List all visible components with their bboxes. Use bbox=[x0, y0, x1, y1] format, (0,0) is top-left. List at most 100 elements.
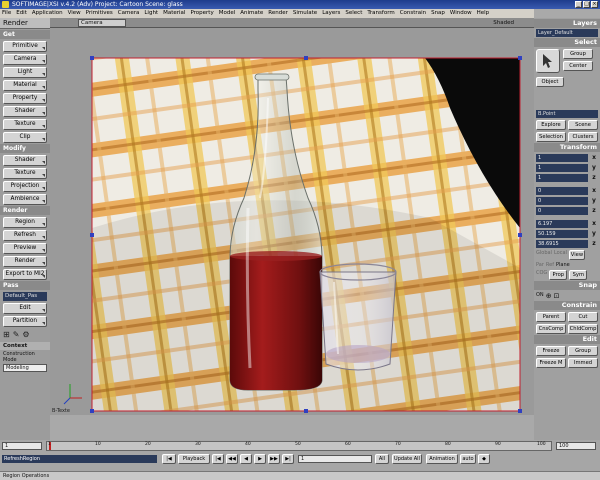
get-light-button[interactable]: Light bbox=[3, 67, 47, 78]
plane-mode[interactable]: Plane bbox=[556, 262, 570, 268]
translate-z-axis[interactable]: z bbox=[590, 240, 598, 248]
region-handle[interactable] bbox=[518, 233, 522, 237]
select-center-button[interactable]: Center bbox=[563, 61, 593, 71]
end-frame-field[interactable]: 100 bbox=[556, 442, 596, 450]
menu-window[interactable]: Window bbox=[450, 9, 472, 18]
toolbar-mode-selector[interactable]: Render bbox=[0, 18, 50, 29]
local-mode[interactable]: Local bbox=[554, 250, 567, 260]
camera-select[interactable]: Camera bbox=[78, 19, 126, 27]
next-key-icon[interactable]: ▶▶ bbox=[268, 454, 280, 464]
play-icon[interactable]: ▶ bbox=[254, 454, 266, 464]
scene-button[interactable]: Scene bbox=[568, 120, 598, 130]
freeze-button[interactable]: Freeze bbox=[536, 346, 566, 356]
modify-projection-button[interactable]: Projection bbox=[3, 181, 47, 192]
select-object-button[interactable]: Object bbox=[536, 77, 564, 87]
constrain-header[interactable]: Constrain bbox=[534, 301, 600, 310]
region-handle[interactable] bbox=[90, 233, 94, 237]
snap-header[interactable]: Snap bbox=[534, 281, 600, 290]
modify-texture-button[interactable]: Texture bbox=[3, 168, 47, 179]
modify-shader-button[interactable]: Shader bbox=[3, 155, 47, 166]
sym-button[interactable]: Sym bbox=[569, 270, 588, 280]
select-arrow-button[interactable] bbox=[536, 49, 560, 73]
pass-edit-button[interactable]: Edit bbox=[3, 303, 47, 314]
maximize-button[interactable]: □ bbox=[583, 1, 590, 8]
render-preview-button[interactable]: Preview bbox=[3, 243, 47, 254]
selection-button[interactable]: Selection bbox=[536, 132, 566, 142]
menu-constrain[interactable]: Constrain bbox=[400, 9, 426, 18]
menu-help[interactable]: Help bbox=[477, 9, 490, 18]
playback-button[interactable]: Playback bbox=[178, 454, 210, 464]
auto-key-button[interactable]: auto bbox=[460, 454, 476, 464]
render-refresh-button[interactable]: Refresh bbox=[3, 230, 47, 241]
menu-animate[interactable]: Animate bbox=[240, 9, 263, 18]
scale-y-field[interactable]: 1 bbox=[536, 164, 588, 172]
select-header[interactable]: Select bbox=[534, 38, 600, 47]
rewind-icon[interactable]: |◀ bbox=[162, 454, 176, 464]
get-camera-button[interactable]: Camera bbox=[3, 54, 47, 65]
get-shader-button[interactable]: Shader bbox=[3, 106, 47, 117]
region-handle[interactable] bbox=[518, 56, 522, 60]
rotate-x-field[interactable]: 0 bbox=[536, 187, 588, 195]
menu-select[interactable]: Select bbox=[345, 9, 362, 18]
get-property-button[interactable]: Property bbox=[3, 93, 47, 104]
scale-y-axis[interactable]: y bbox=[590, 164, 598, 172]
region-handle[interactable] bbox=[304, 409, 308, 413]
rotate-y-field[interactable]: 0 bbox=[536, 197, 588, 205]
section-get[interactable]: Get bbox=[0, 30, 50, 39]
global-mode[interactable]: Global bbox=[536, 250, 552, 260]
scale-x-axis[interactable]: x bbox=[590, 154, 598, 162]
region-handle[interactable] bbox=[304, 56, 308, 60]
translate-x-field[interactable]: 6.197 bbox=[536, 220, 588, 228]
translate-z-field[interactable]: 38.6915 bbox=[536, 240, 588, 248]
rotate-x-axis[interactable]: x bbox=[590, 187, 598, 195]
transform-header[interactable]: Transform bbox=[534, 143, 600, 152]
menu-property[interactable]: Property bbox=[190, 9, 213, 18]
minimize-button[interactable]: _ bbox=[575, 1, 582, 8]
rotate-z-axis[interactable]: z bbox=[590, 207, 598, 215]
first-frame-icon[interactable]: |◀ bbox=[212, 454, 224, 464]
menu-simulate[interactable]: Simulate bbox=[293, 9, 317, 18]
rotate-y-axis[interactable]: y bbox=[590, 197, 598, 205]
modify-ambience-button[interactable]: Ambience bbox=[3, 194, 47, 205]
region-handle[interactable] bbox=[90, 56, 94, 60]
menu-edit[interactable]: Edit bbox=[16, 9, 27, 18]
layers-header[interactable]: Layers bbox=[534, 19, 600, 28]
select-group-button[interactable]: Group bbox=[563, 49, 593, 59]
update-all-button[interactable]: Update All bbox=[392, 454, 422, 464]
menu-material[interactable]: Material bbox=[163, 9, 185, 18]
section-pass[interactable]: Pass bbox=[0, 281, 50, 290]
prev-key-icon[interactable]: ◀◀ bbox=[226, 454, 238, 464]
snap-point-icon[interactable]: ⊡ bbox=[554, 292, 560, 300]
key-icon[interactable]: ◆ bbox=[478, 454, 490, 464]
construction-mode-select[interactable]: Modeling bbox=[3, 364, 47, 372]
get-primitive-button[interactable]: Primitive bbox=[3, 41, 47, 52]
menu-file[interactable]: File bbox=[2, 9, 11, 18]
menu-application[interactable]: Application bbox=[32, 9, 63, 18]
menu-camera[interactable]: Camera bbox=[118, 9, 140, 18]
pass-partition-button[interactable]: Partition bbox=[3, 316, 47, 327]
menu-snap[interactable]: Snap bbox=[431, 9, 445, 18]
get-texture-button[interactable]: Texture bbox=[3, 119, 47, 130]
paint-icon[interactable]: ✎ bbox=[13, 330, 20, 340]
menu-transform[interactable]: Transform bbox=[367, 9, 394, 18]
context-header[interactable]: Context bbox=[0, 342, 50, 350]
immed-button[interactable]: Immed bbox=[568, 358, 598, 368]
view-mode-button[interactable]: View bbox=[568, 250, 585, 260]
selection-filter-field[interactable]: B.Point bbox=[536, 110, 598, 118]
hierarchy-icon[interactable]: ⊞ bbox=[3, 330, 10, 340]
menu-model[interactable]: Model bbox=[219, 9, 236, 18]
clusters-button[interactable]: Clusters bbox=[568, 132, 598, 142]
mixer-icon[interactable]: ⚙ bbox=[22, 330, 29, 340]
scale-z-axis[interactable]: z bbox=[590, 174, 598, 182]
scale-x-field[interactable]: 1 bbox=[536, 154, 588, 162]
get-material-button[interactable]: Material bbox=[3, 80, 47, 91]
menu-light[interactable]: Light bbox=[144, 9, 158, 18]
menu-primitives[interactable]: Primitives bbox=[86, 9, 113, 18]
prop-button[interactable]: Prop bbox=[549, 270, 568, 280]
scale-z-field[interactable]: 1 bbox=[536, 174, 588, 182]
viewport[interactable]: B-Texte bbox=[50, 28, 534, 415]
translate-x-axis[interactable]: x bbox=[590, 220, 598, 228]
cnscomp-button[interactable]: CnsComp bbox=[536, 324, 566, 334]
all-button[interactable]: All bbox=[375, 454, 389, 464]
animation-button[interactable]: Animation bbox=[426, 454, 458, 464]
